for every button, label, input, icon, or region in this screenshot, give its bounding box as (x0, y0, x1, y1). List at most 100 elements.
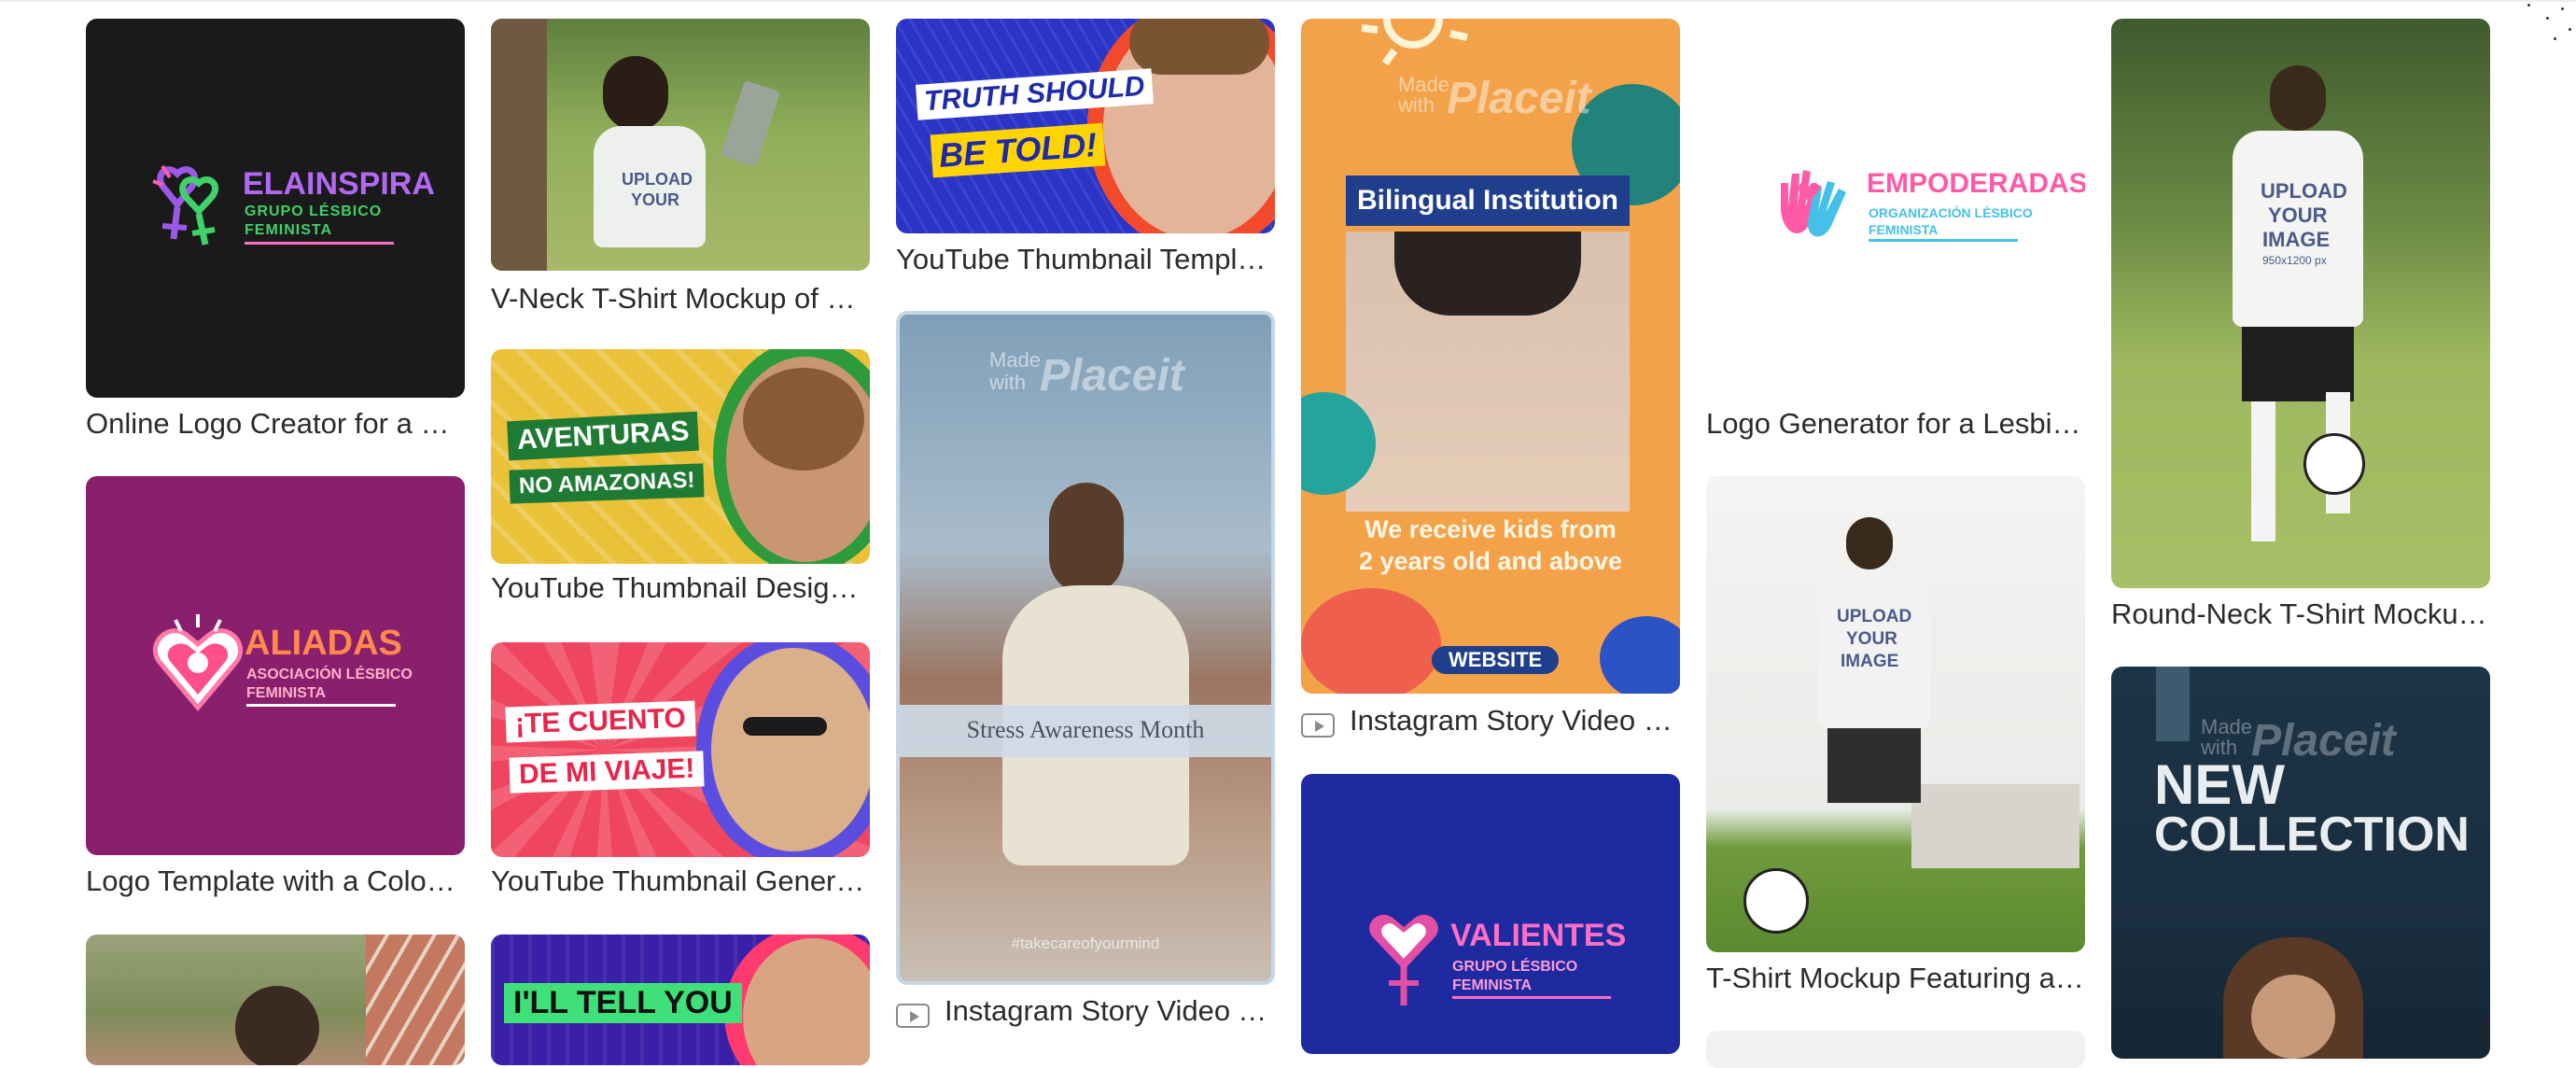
card-thumbnail[interactable]: AVENTURAS NO AMAZONAS! (491, 349, 870, 564)
girl-hair (603, 56, 668, 131)
heart-sword-icon (1369, 914, 1438, 1005)
card-thumbnail[interactable] (1706, 1031, 2085, 1068)
shorts (2242, 327, 2354, 401)
card-caption[interactable]: YouTube Thumbnail Generator (491, 863, 870, 900)
sunglasses (743, 717, 827, 736)
template-card-partial[interactable] (1706, 1031, 2085, 1068)
template-card-roundneck-man[interactable]: UPLOAD YOUR IMAGE 950x1200 px Round-Neck… (2111, 19, 2490, 644)
hashtag: #takecareofyourmind (1011, 934, 1160, 952)
card-caption[interactable]: V-Neck T-Shirt Mockup of a Girl (491, 280, 870, 317)
tshirt-print-1: UPLOAD (622, 170, 693, 189)
tshirt-print-1: UPLOAD (2261, 179, 2347, 203)
watermark-with: with (989, 371, 1027, 394)
template-card-valientes[interactable]: VALIENTES GRUPO LÉSBICO FEMINISTA (1301, 774, 1680, 1054)
card-thumbnail[interactable]: UPLOAD YOUR IMAGE (1706, 476, 2085, 952)
tablet (720, 79, 781, 168)
venus-hearts-icon (152, 164, 219, 246)
woman-face (2251, 975, 2335, 1059)
card-thumbnail[interactable]: UPLOAD YOUR IMAGE 950x1200 px (2111, 19, 2490, 588)
woman-photo (711, 648, 870, 851)
running-track (366, 934, 465, 1065)
headline-1: ¡TE CUENTO (505, 700, 696, 743)
logo-tagline-1: ORGANIZACIÓN LÉSBICO (1869, 205, 2033, 220)
tshirt-print-2: YOUR (631, 190, 680, 209)
card-thumbnail[interactable]: UPLOAD YOUR (491, 19, 870, 271)
headline-2: DE MI VIAJE! (509, 751, 705, 794)
website-button: WEBSITE (1432, 646, 1560, 674)
soccer-ball (1743, 868, 1809, 934)
template-card-aventuras[interactable]: AVENTURAS NO AMAZONAS! YouTube Thumbnail… (491, 349, 870, 620)
logo-tagline-2: FEMINISTA (1452, 977, 1533, 993)
card-thumbnail[interactable]: VALIENTES GRUPO LÉSBICO FEMINISTA (1301, 774, 1680, 1054)
card-thumbnail[interactable] (86, 934, 465, 1065)
tshirt-print-2: YOUR (1846, 629, 1897, 649)
curly-hair (743, 368, 864, 471)
card-thumbnail[interactable]: Made with Placeit Bilingual Institution … (1301, 19, 1680, 694)
template-card-vneck-girl[interactable]: UPLOAD YOUR V-Neck T-Shirt Mockup of a G… (491, 19, 870, 327)
tshirt-print-1: UPLOAD (1837, 607, 1912, 626)
card-thumbnail[interactable]: Made with Placeit NEW COLLECTION (2111, 667, 2490, 1059)
person-hair (1049, 483, 1124, 595)
logo-underline (245, 242, 394, 245)
logo-tagline-1: GRUPO LÉSBICO (245, 204, 383, 219)
template-card-bilingual[interactable]: Made with Placeit Bilingual Institution … (1301, 19, 1680, 747)
card-caption[interactable]: Logo Generator for a Lesbian Feminist Or… (1706, 405, 2085, 443)
title-text: Bilingual Institution (1357, 185, 1618, 216)
headline: I'LL TELL YOU (504, 983, 742, 1023)
hands-icon (1781, 170, 1846, 237)
card-caption[interactable]: T-Shirt Mockup Featuring a Man Playing S… (1706, 960, 2085, 997)
card-thumbnail[interactable]: ELAINSPIRA GRUPO LÉSBICO FEMINISTA (86, 19, 465, 398)
card-caption[interactable]: Logo Template with a Colorful Heart (86, 863, 465, 900)
blue-blob (1600, 616, 1680, 694)
logo-underline (1869, 239, 2018, 242)
left-sock (2251, 401, 2275, 541)
logo-tagline-1: ASOCIACIÓN LÉSBICO (246, 667, 413, 682)
card-caption[interactable]: Online Logo Creator for a Pro-Feminist G… (86, 405, 465, 443)
tshirt-print-3: IMAGE (1841, 652, 1899, 671)
card-caption[interactable]: YouTube Thumbnail Design for a Travel Vl… (491, 569, 870, 607)
card-caption[interactable]: Instagram Story Video Maker (1350, 702, 1680, 739)
card-caption[interactable]: Round-Neck T-Shirt Mockup of a Man (2111, 596, 2490, 633)
card-thumbnail[interactable]: TRUTH SHOULD BE TOLD! (896, 19, 1275, 233)
man-head (1846, 517, 1893, 569)
card-caption[interactable]: YouTube Thumbnail Template (896, 241, 1275, 278)
template-card-aliadas[interactable]: ALIADAS ASOCIACIÓN LÉSBICO FEMINISTA Log… (86, 476, 465, 906)
video-play-icon (896, 1004, 930, 1028)
card-thumbnail[interactable]: Made with Placeit Stress Awareness Month… (896, 311, 1275, 985)
title-text: Stress Awareness Month (966, 716, 1205, 743)
logo-underline (1452, 996, 1611, 999)
headline-2: COLLECTION (2154, 808, 2470, 862)
template-card-elainspira[interactable]: ELAINSPIRA GRUPO LÉSBICO FEMINISTA Onlin… (86, 19, 465, 448)
child-hair (1394, 232, 1581, 316)
template-card-truth[interactable]: TRUTH SHOULD BE TOLD! YouTube Thumbnail … (896, 19, 1275, 289)
tshirt-print-2: YOUR (2268, 204, 2328, 227)
body-line-1: We receive kids from (1365, 515, 1617, 543)
tshirt-print-size: 950x1200 px (2262, 254, 2327, 267)
logo-name: ELAINSPIRA (243, 166, 435, 202)
template-card-stress[interactable]: Made with Placeit Stress Awareness Month… (896, 311, 1275, 1045)
template-card-cuento[interactable]: ¡TE CUENTO DE MI VIAJE! YouTube Thumbnai… (491, 642, 870, 913)
template-card-runner[interactable] (86, 934, 465, 1065)
headline-2: NO AMAZONAS! (509, 463, 706, 504)
watermark-made: Made (989, 348, 1042, 372)
logo-name: EMPODERADAS (1867, 168, 2085, 199)
card-thumbnail[interactable]: EMPODERADAS ORGANIZACIÓN LÉSBICO FEMINIS… (1706, 19, 2085, 398)
template-card-tell-you[interactable]: I'LL TELL YOU (491, 934, 870, 1065)
accent-bar (2156, 667, 2190, 741)
man-head (2270, 65, 2326, 131)
template-card-new-collection[interactable]: Made with Placeit NEW COLLECTION (2111, 667, 2490, 1059)
card-caption[interactable]: Instagram Story Video Template (945, 992, 1275, 1030)
template-card-empoderadas[interactable]: EMPODERADAS ORGANIZACIÓN LÉSBICO FEMINIS… (1706, 19, 2085, 448)
logo-tagline-2: FEMINISTA (245, 222, 333, 238)
card-thumbnail[interactable]: ALIADAS ASOCIACIÓN LÉSBICO FEMINISTA (86, 476, 465, 855)
template-card-soccer-man[interactable]: UPLOAD YOUR IMAGE T-Shirt Mockup Featuri… (1706, 476, 2085, 999)
logo-tagline-1: GRUPO LÉSBICO (1452, 959, 1578, 975)
video-play-icon (1301, 713, 1335, 738)
logo-name: VALIENTES (1450, 918, 1627, 953)
logo-underline (246, 704, 396, 707)
soccer-ball (2303, 433, 2365, 495)
card-thumbnail[interactable]: I'LL TELL YOU (491, 934, 870, 1065)
card-thumbnail[interactable]: ¡TE CUENTO DE MI VIAJE! (491, 642, 870, 857)
boy-hair (1129, 19, 1269, 75)
shorts (1827, 728, 1921, 803)
